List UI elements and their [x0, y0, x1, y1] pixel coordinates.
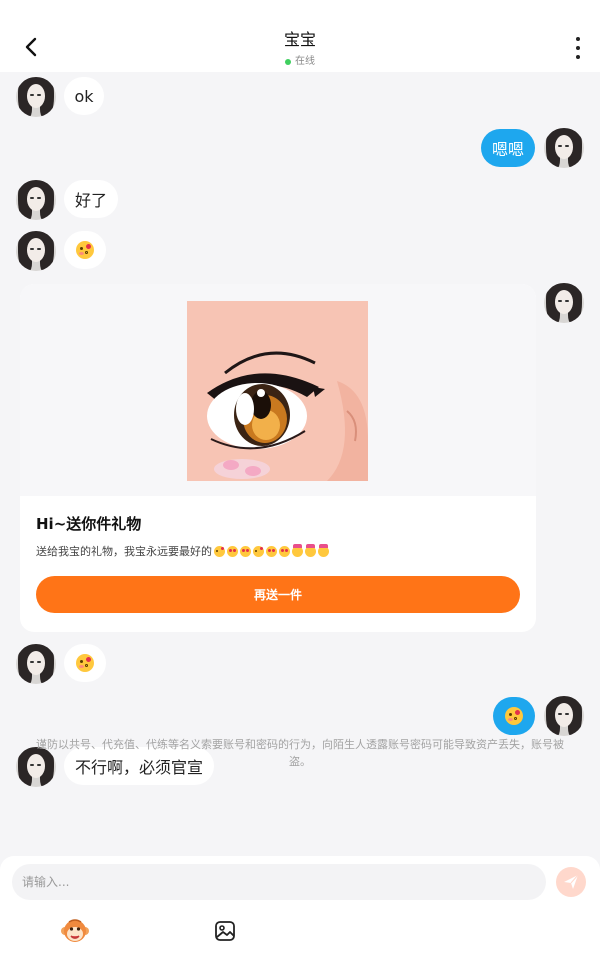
online-status-label: 在线 [295, 56, 315, 67]
online-dot-icon [285, 59, 291, 65]
input-bar [0, 856, 600, 960]
safety-notice: 谨防以共号、代充值、代练等名义索要账号和密码的行为，向陌生人透露账号密码可能导致… [36, 738, 564, 768]
monkey-sticker-icon[interactable] [60, 916, 90, 946]
message-text: 好了 [74, 191, 107, 210]
gift-description: 送给我宝的礼物，我宝永远要最好的 [36, 543, 329, 559]
heart-eyes-emoji-icon [266, 545, 277, 557]
heart-eyes-emoji-icon [227, 545, 238, 557]
send-another-gift-button[interactable]: 再送一件 [36, 576, 520, 613]
image-icon[interactable] [210, 916, 240, 946]
message-bubble-outgoing[interactable] [493, 697, 535, 735]
kiss-emoji-icon [214, 545, 225, 557]
message-bubble-incoming[interactable]: ok [64, 77, 104, 115]
party-emoji-icon [305, 543, 316, 557]
message-input[interactable] [12, 864, 546, 900]
send-icon[interactable] [556, 867, 586, 897]
gift-image-area [20, 284, 536, 496]
online-status: 在线 [285, 55, 315, 69]
party-emoji-icon [292, 543, 303, 557]
face-blowing-kiss-icon [505, 707, 523, 725]
anime-eye-image[interactable] [187, 301, 368, 481]
chat-title: 宝宝 [283, 30, 316, 49]
message-bubble-incoming[interactable] [64, 231, 106, 269]
my-avatar[interactable] [544, 696, 584, 736]
message-bubble-incoming[interactable] [64, 644, 106, 682]
gift-description-text: 送给我宝的礼物，我宝永远要最好的 [36, 545, 212, 558]
face-blowing-kiss-icon [76, 654, 94, 672]
message-bubble-outgoing[interactable]: 嗯嗯 [481, 129, 535, 167]
gift-title: Hi~送你件礼物 [36, 515, 142, 533]
face-blowing-kiss-icon [76, 241, 94, 259]
message-bubble-incoming[interactable]: 好了 [64, 180, 118, 218]
more-vertical-icon[interactable] [572, 37, 584, 59]
smiling-hearts-emoji-icon [279, 545, 290, 557]
message-text: ok [74, 86, 94, 106]
message-text: 嗯嗯 [491, 140, 524, 159]
contact-avatar[interactable] [16, 77, 56, 117]
gift-card[interactable]: Hi~送你件礼物 送给我宝的礼物，我宝永远要最好的 再送一件 [20, 284, 536, 632]
my-avatar[interactable] [544, 283, 584, 323]
party-emoji-icon [318, 543, 329, 557]
kiss-emoji-icon [253, 545, 264, 557]
smiling-hearts-emoji-icon [240, 545, 251, 557]
contact-avatar[interactable] [16, 231, 56, 271]
chat-title-block: 宝宝 在线 [0, 30, 600, 69]
chat-header: 宝宝 在线 [0, 0, 600, 72]
contact-avatar[interactable] [16, 644, 56, 684]
my-avatar[interactable] [544, 128, 584, 168]
contact-avatar[interactable] [16, 180, 56, 220]
